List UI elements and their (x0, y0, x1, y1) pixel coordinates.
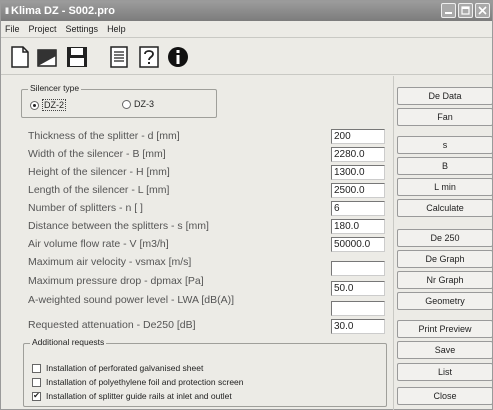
info-button[interactable] (164, 44, 192, 70)
info-icon (168, 47, 188, 67)
label-silencer-height: Height of the silencer - H [mm] (28, 166, 170, 178)
list-button[interactable]: List (397, 363, 493, 381)
checkbox-guide-rails-box: ✔ (32, 391, 41, 401)
de-data-button[interactable]: De Data (397, 87, 493, 105)
maximize-button[interactable] (458, 3, 473, 18)
checkbox-polyethylene-foil-label: Installation of polyethylene foil and pr… (46, 377, 244, 387)
checkbox-perforated-sheet[interactable]: Installation of perforated galvanised sh… (32, 363, 203, 373)
menu-settings[interactable]: Settings (66, 24, 99, 34)
new-file-button[interactable] (6, 44, 34, 70)
toolbar (1, 37, 492, 75)
radio-dz2-label: DZ-2 (42, 99, 66, 111)
radio-dz2-indicator (30, 100, 39, 110)
print-preview-button[interactable]: Print Preview (397, 320, 493, 338)
radio-dz3-indicator (122, 99, 131, 109)
document-button[interactable] (105, 44, 133, 70)
fan-button[interactable]: Fan (397, 108, 493, 126)
document-icon (110, 46, 128, 68)
de-250-button[interactable]: De 250 (397, 229, 493, 247)
open-button[interactable] (34, 44, 62, 70)
radio-dz2[interactable]: DZ-2 (30, 99, 66, 111)
geometry-button[interactable]: Geometry (397, 292, 493, 310)
menu-bar: File Project Settings Help (3, 22, 126, 36)
silencer-type-legend: Silencer type (28, 83, 82, 93)
radio-dz3[interactable]: DZ-3 (122, 99, 154, 109)
label-silencer-length: Length of the silencer - L [mm] (28, 184, 170, 196)
menu-help[interactable]: Help (107, 24, 126, 34)
check-mark-icon: ✔ (33, 391, 40, 400)
input-splitter-distance[interactable] (331, 219, 385, 234)
open-folder-icon (37, 49, 57, 67)
new-file-icon (11, 46, 29, 68)
label-splitter-thickness: Thickness of the splitter - d [mm] (28, 130, 180, 142)
checkbox-perforated-sheet-box (32, 363, 41, 373)
menu-project[interactable]: Project (29, 24, 57, 34)
l-min-button[interactable]: L min (397, 178, 493, 196)
label-splitter-count: Number of splitters - n [ ] (28, 202, 143, 214)
input-max-pressure-drop[interactable] (331, 281, 385, 296)
s-button[interactable]: s (397, 136, 493, 154)
checkbox-guide-rails-label: Installation of splitter guide rails at … (46, 391, 232, 401)
save-disk-icon (67, 47, 87, 67)
checkbox-polyethylene-foil-box (32, 377, 41, 387)
input-splitter-thickness[interactable] (331, 129, 385, 144)
label-sound-power-level: A-weighted sound power level - LWA [dB(A… (28, 294, 235, 306)
minimize-icon (445, 12, 452, 14)
input-silencer-width[interactable] (331, 147, 385, 162)
label-silencer-width: Width of the silencer - B [mm] (28, 148, 166, 160)
radio-dz3-label: DZ-3 (134, 99, 154, 109)
input-silencer-length[interactable] (331, 183, 385, 198)
additional-requests-legend: Additional requests (30, 337, 107, 347)
label-air-flow-rate: Air volume flow rate - V [m3/h] (28, 238, 169, 250)
label-requested-attenuation: Requested attenuation - De250 [dB] (28, 319, 196, 331)
save-button[interactable]: Save (397, 341, 493, 359)
input-max-air-velocity[interactable] (331, 261, 385, 276)
checkbox-guide-rails[interactable]: ✔ Installation of splitter guide rails a… (32, 391, 232, 401)
label-splitter-distance: Distance between the splitters - s [mm] (28, 220, 209, 232)
input-splitter-count[interactable] (331, 201, 385, 216)
checkbox-perforated-sheet-label: Installation of perforated galvanised sh… (46, 363, 204, 373)
calculate-button[interactable]: Calculate (397, 199, 493, 217)
b-button[interactable]: B (397, 157, 493, 175)
menu-file[interactable]: File (5, 24, 20, 34)
label-max-pressure-drop: Maximum pressure drop - dpmax [Pa] (28, 275, 204, 287)
input-requested-attenuation[interactable] (331, 319, 385, 334)
input-silencer-height[interactable] (331, 165, 385, 180)
minimize-button[interactable] (441, 3, 456, 18)
close-button-main[interactable]: Close (397, 387, 493, 405)
input-air-flow-rate[interactable] (331, 237, 385, 252)
close-button[interactable] (475, 3, 490, 18)
help-question-icon (139, 46, 159, 68)
maximize-icon (461, 6, 470, 15)
right-panel-separator (393, 76, 394, 410)
title-bar[interactable]: II Klima DZ - S002.pro (1, 1, 492, 21)
save-button-toolbar[interactable] (63, 44, 91, 70)
de-graph-button[interactable]: De Graph (397, 250, 493, 268)
window-title: Klima DZ - S002.pro (11, 5, 115, 17)
nr-graph-button[interactable]: Nr Graph (397, 271, 493, 289)
help-button[interactable] (135, 44, 163, 70)
app-icon: II (5, 6, 9, 16)
input-sound-power-level[interactable] (331, 301, 385, 316)
checkbox-polyethylene-foil[interactable]: Installation of polyethylene foil and pr… (32, 377, 244, 387)
close-icon (478, 6, 487, 15)
label-max-air-velocity: Maximum air velocity - vsmax [m/s] (28, 256, 192, 268)
app-window: II Klima DZ - S002.pro File Project Sett… (0, 0, 493, 410)
silencer-type-group: Silencer type DZ-2 DZ-3 (21, 83, 217, 118)
